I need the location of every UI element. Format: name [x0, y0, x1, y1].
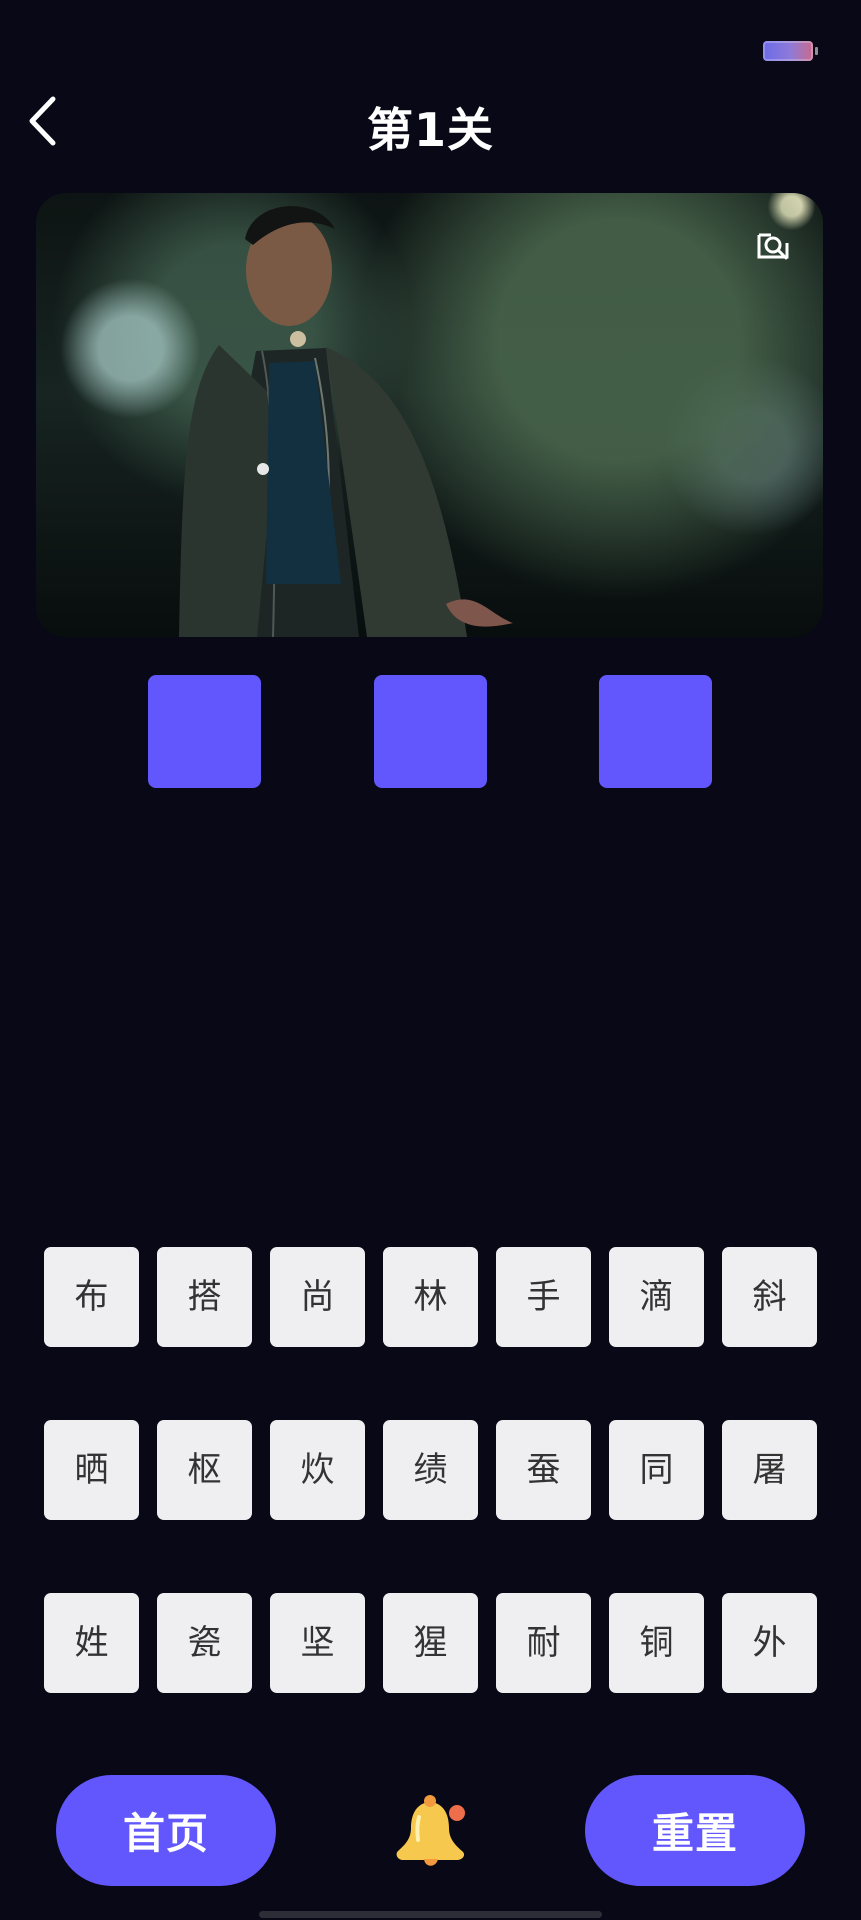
person-silhouette — [179, 206, 513, 637]
zoom-image-icon — [757, 233, 789, 260]
character-tile[interactable]: 铜 — [609, 1593, 704, 1693]
character-tile[interactable]: 林 — [383, 1247, 478, 1347]
character-tile[interactable]: 枢 — [157, 1420, 252, 1520]
reset-button[interactable]: 重置 — [585, 1775, 805, 1886]
character-tile[interactable]: 布 — [44, 1247, 139, 1347]
home-button[interactable]: 首页 — [56, 1775, 276, 1886]
answer-slots — [0, 675, 861, 790]
character-tile[interactable]: 耐 — [496, 1593, 591, 1693]
battery-icon — [763, 41, 818, 61]
home-indicator — [259, 1911, 602, 1918]
character-tile[interactable]: 尚 — [270, 1247, 365, 1347]
answer-slot[interactable] — [148, 675, 261, 788]
page-title: 第1关 — [366, 103, 494, 157]
answer-slot[interactable] — [599, 675, 712, 788]
character-tile[interactable]: 外 — [722, 1593, 817, 1693]
character-tile[interactable]: 姓 — [44, 1593, 139, 1693]
character-tile[interactable]: 坚 — [270, 1593, 365, 1693]
character-tile[interactable]: 屠 — [722, 1420, 817, 1520]
character-tile[interactable]: 绩 — [383, 1420, 478, 1520]
status-bar — [0, 0, 861, 100]
character-tile[interactable]: 斜 — [722, 1247, 817, 1347]
character-tile[interactable]: 手 — [496, 1247, 591, 1347]
character-tile[interactable]: 蚕 — [496, 1420, 591, 1520]
character-tile[interactable]: 同 — [609, 1420, 704, 1520]
character-tile[interactable]: 滴 — [609, 1247, 704, 1347]
character-tile[interactable]: 瓷 — [157, 1593, 252, 1693]
bell-icon — [396, 1795, 465, 1866]
hint-button[interactable] — [388, 1790, 473, 1875]
character-grid: 布 搭 尚 林 手 滴 斜 晒 枢 炊 绩 蚕 同 屠 姓 瓷 坚 猩 耐 铜 … — [44, 1247, 818, 1693]
character-tile[interactable]: 猩 — [383, 1593, 478, 1693]
character-tile[interactable]: 炊 — [270, 1420, 365, 1520]
puzzle-image — [36, 193, 823, 637]
character-tile[interactable]: 晒 — [44, 1420, 139, 1520]
zoom-image-button[interactable] — [751, 223, 795, 267]
answer-slot[interactable] — [374, 675, 487, 788]
character-tile[interactable]: 搭 — [157, 1247, 252, 1347]
